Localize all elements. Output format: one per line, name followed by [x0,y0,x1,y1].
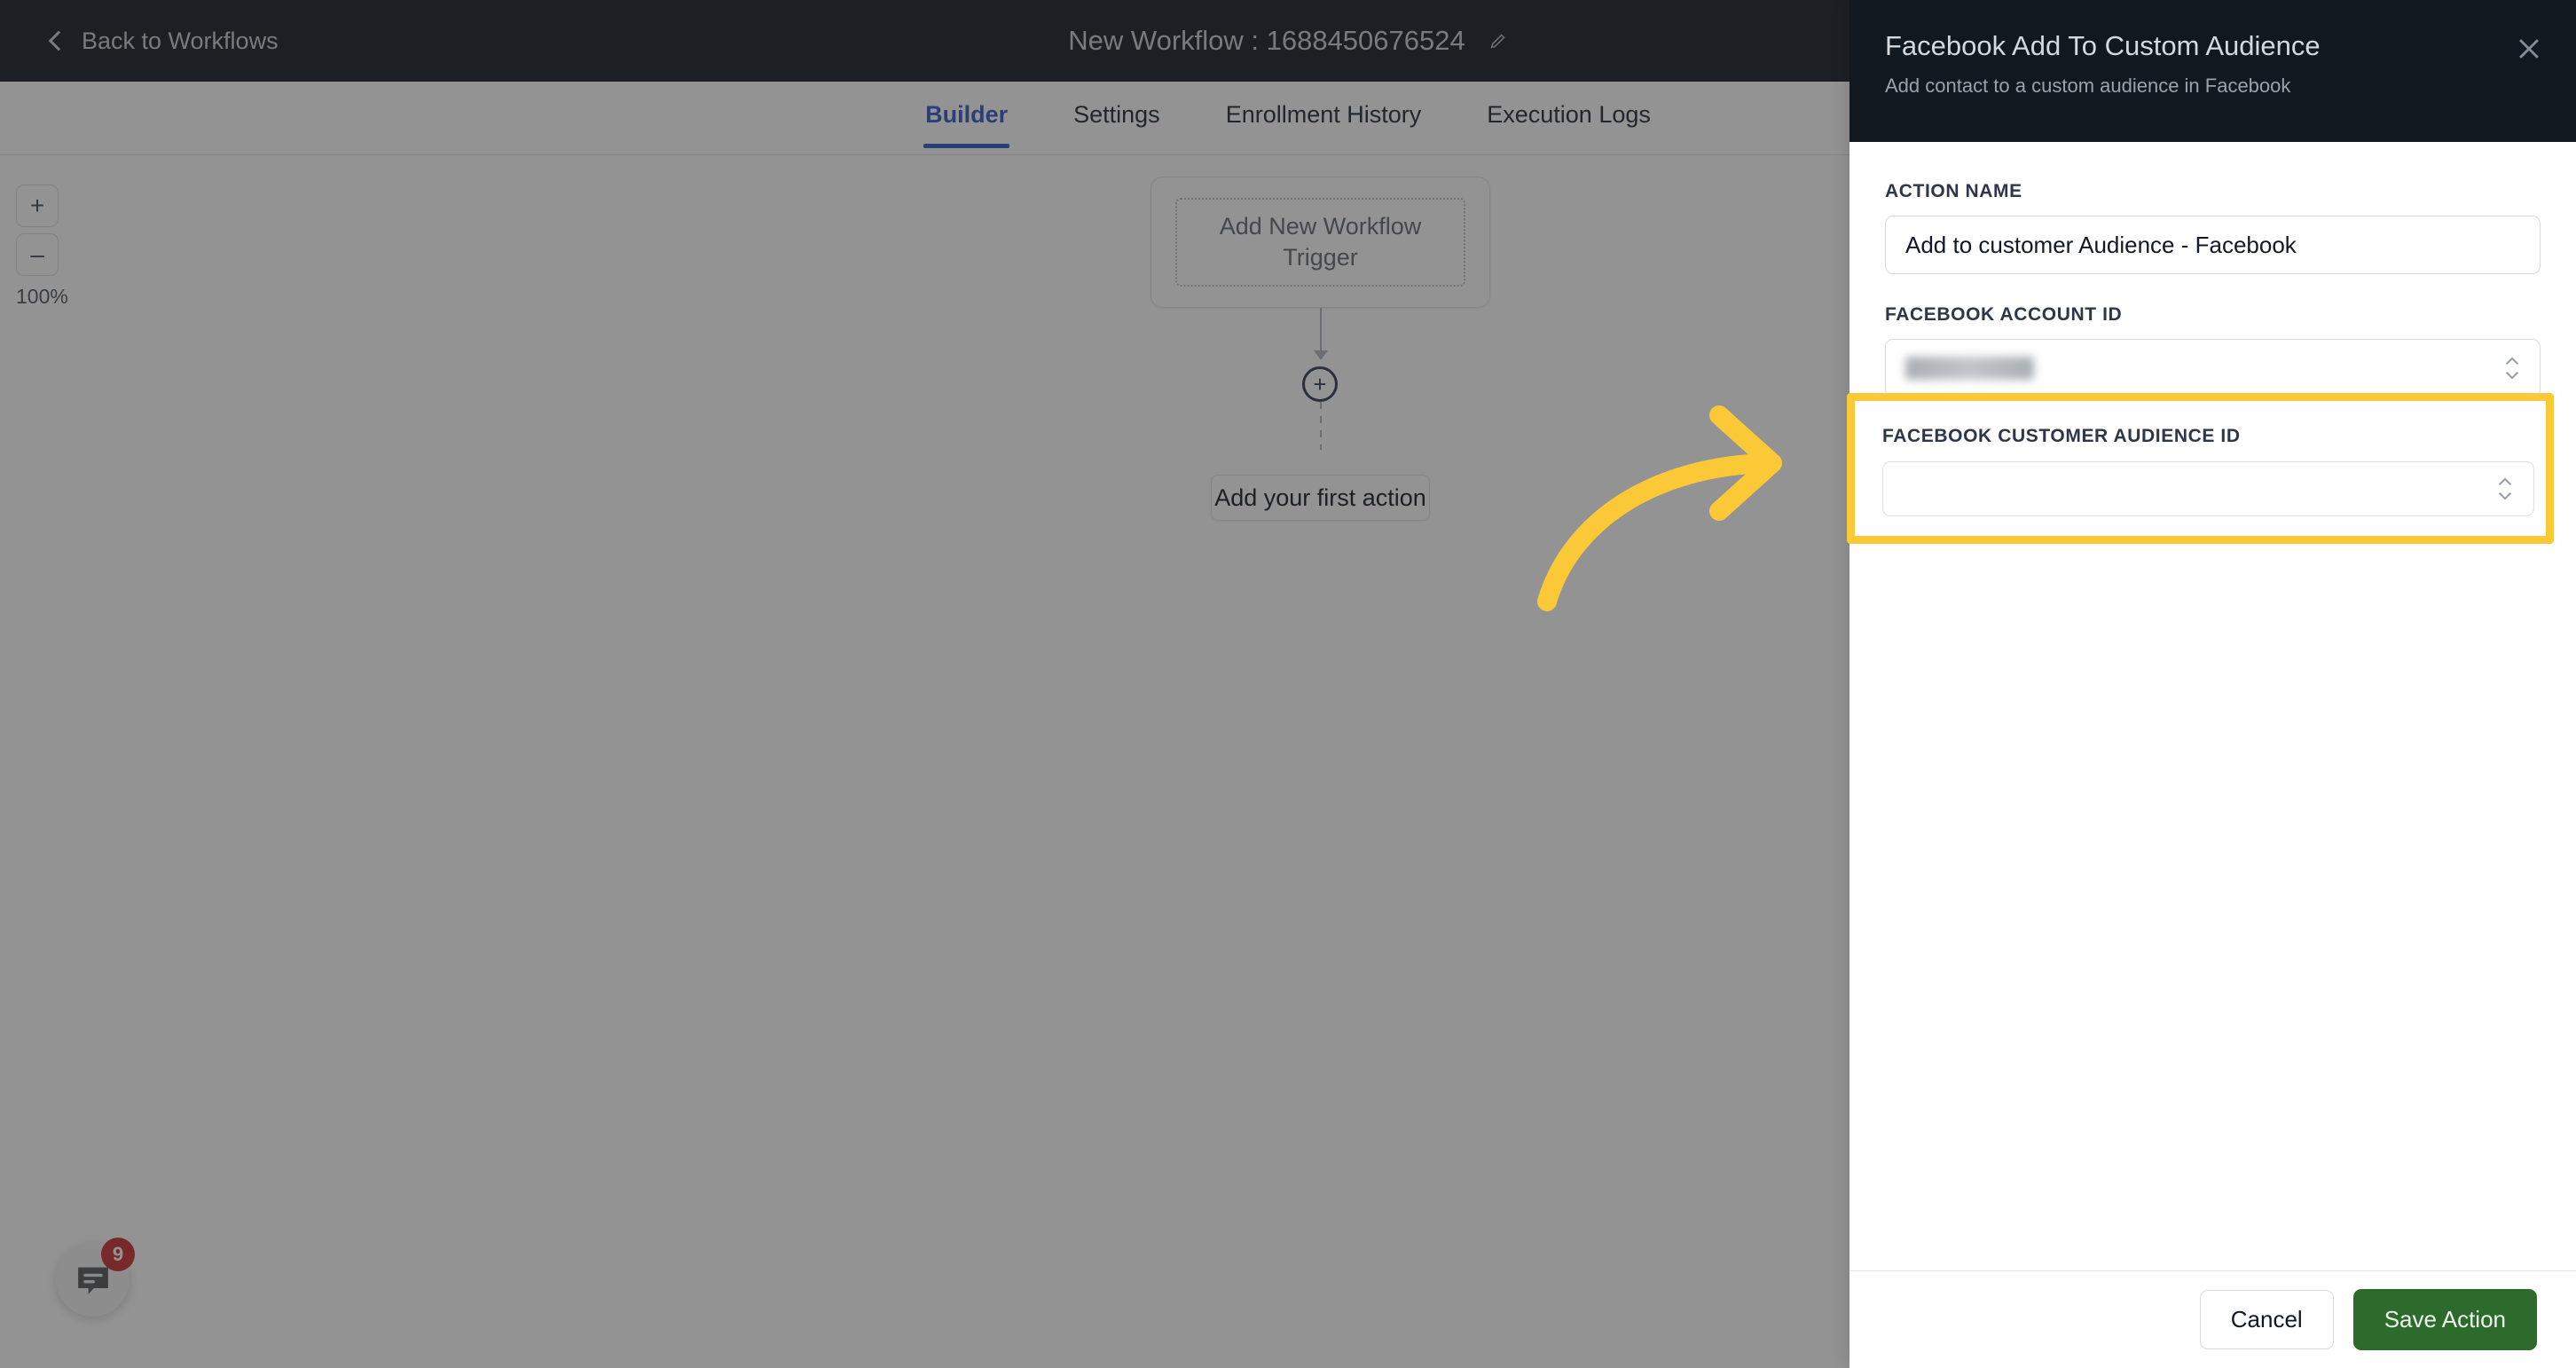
action-config-panel: Facebook Add To Custom Audience Add cont… [1850,0,2576,1368]
panel-footer: Cancel Save Action [1850,1270,2576,1368]
cancel-button[interactable]: Cancel [2199,1290,2334,1349]
redacted-value [1905,357,2034,380]
panel-subtitle: Add contact to a custom audience in Face… [1885,75,2291,97]
action-name-input[interactable] [1885,216,2541,274]
close-icon[interactable] [2514,34,2544,64]
facebook-account-id-select[interactable] [1885,339,2541,397]
facebook-account-id-label: FACEBOOK ACCOUNT ID [1885,304,2123,325]
save-action-button[interactable]: Save Action [2352,1289,2537,1350]
facebook-account-id-select-wrap [1885,339,2541,397]
panel-header: Facebook Add To Custom Audience Add cont… [1850,0,2576,142]
facebook-account-id-field-group: FACEBOOK ACCOUNT ID [1885,304,2541,397]
action-name-label: ACTION NAME [1885,181,2022,201]
panel-body: ACTION NAME FACEBOOK ACCOUNT ID [1850,142,2576,1270]
action-name-field-group: ACTION NAME [1885,181,2541,274]
panel-title: Facebook Add To Custom Audience [1885,30,2321,61]
screen-root: Back to Workflows New Workflow : 1688450… [0,0,2576,1368]
